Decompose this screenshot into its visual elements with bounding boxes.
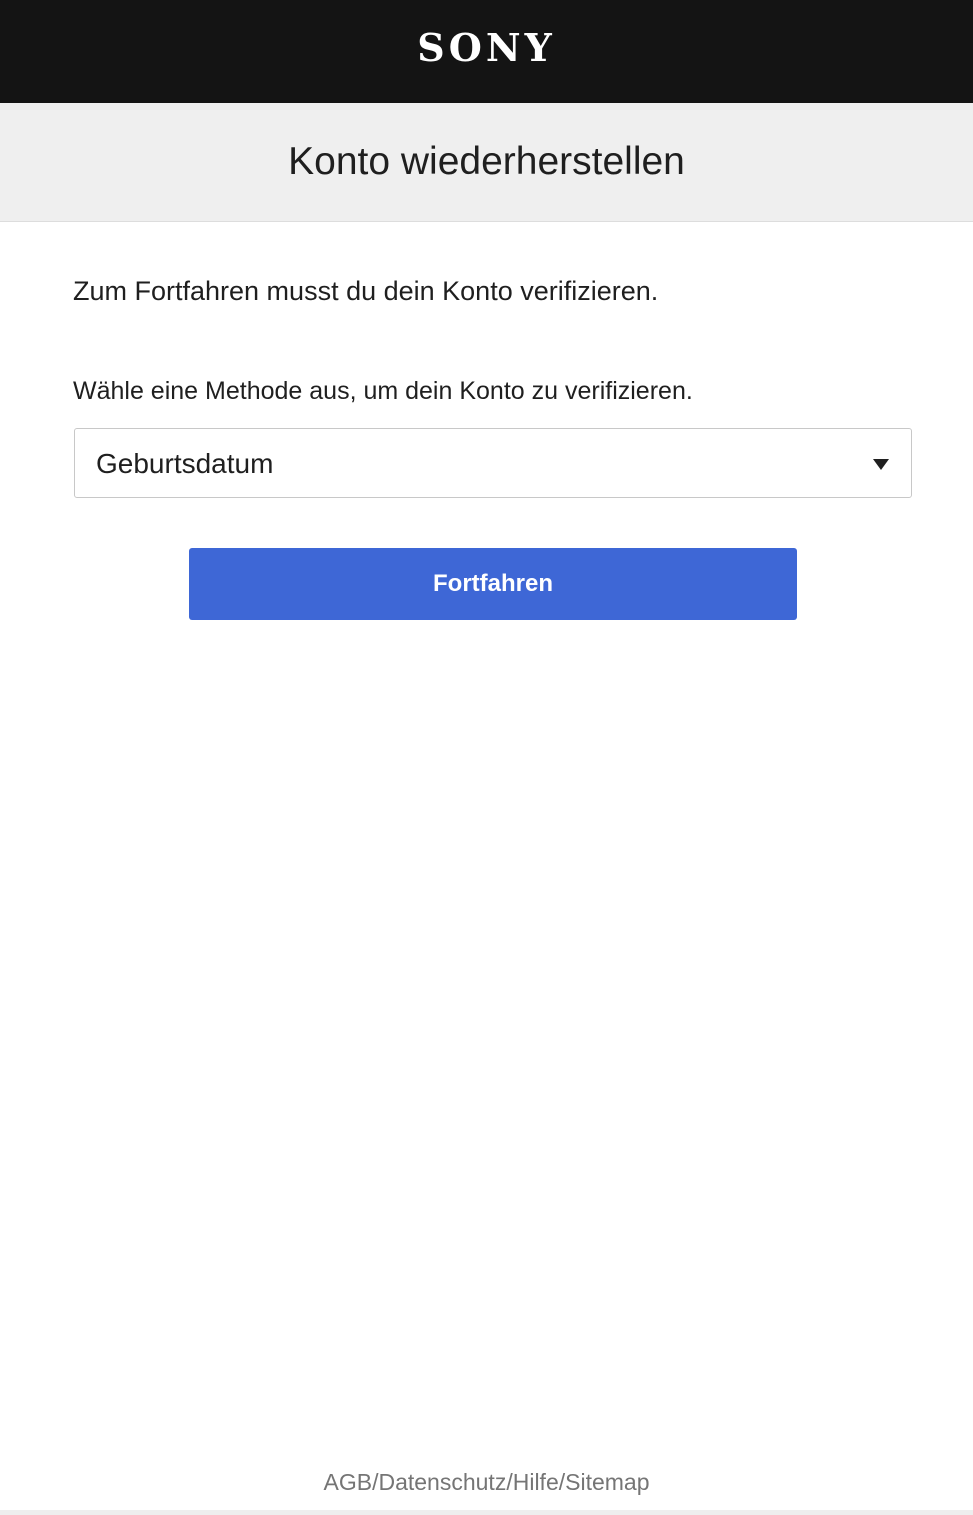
footer-link-agb[interactable]: AGB [324, 1469, 373, 1495]
title-bar: Konto wiederherstellen [0, 103, 973, 222]
footer-divider [0, 1510, 973, 1515]
continue-button[interactable]: Fortfahren [189, 548, 797, 620]
top-bar: SONY [0, 0, 973, 103]
footer-link-hilfe[interactable]: Hilfe [513, 1469, 559, 1495]
footer-links: AGB/Datenschutz/Hilfe/Sitemap [0, 1469, 973, 1496]
footer-link-sitemap[interactable]: Sitemap [565, 1469, 649, 1495]
method-select[interactable]: Geburtsdatum [74, 428, 912, 498]
footer-link-datenschutz[interactable]: Datenschutz [378, 1469, 506, 1495]
sony-logo[interactable]: SONY [417, 25, 555, 70]
method-label: Wähle eine Methode aus, um dein Konto zu… [73, 377, 693, 405]
page-title: Konto wiederherstellen [288, 140, 685, 183]
intro-text: Zum Fortfahren musst du dein Konto verif… [73, 276, 659, 306]
caret-down-icon [873, 459, 889, 470]
method-select-value: Geburtsdatum [96, 448, 274, 479]
